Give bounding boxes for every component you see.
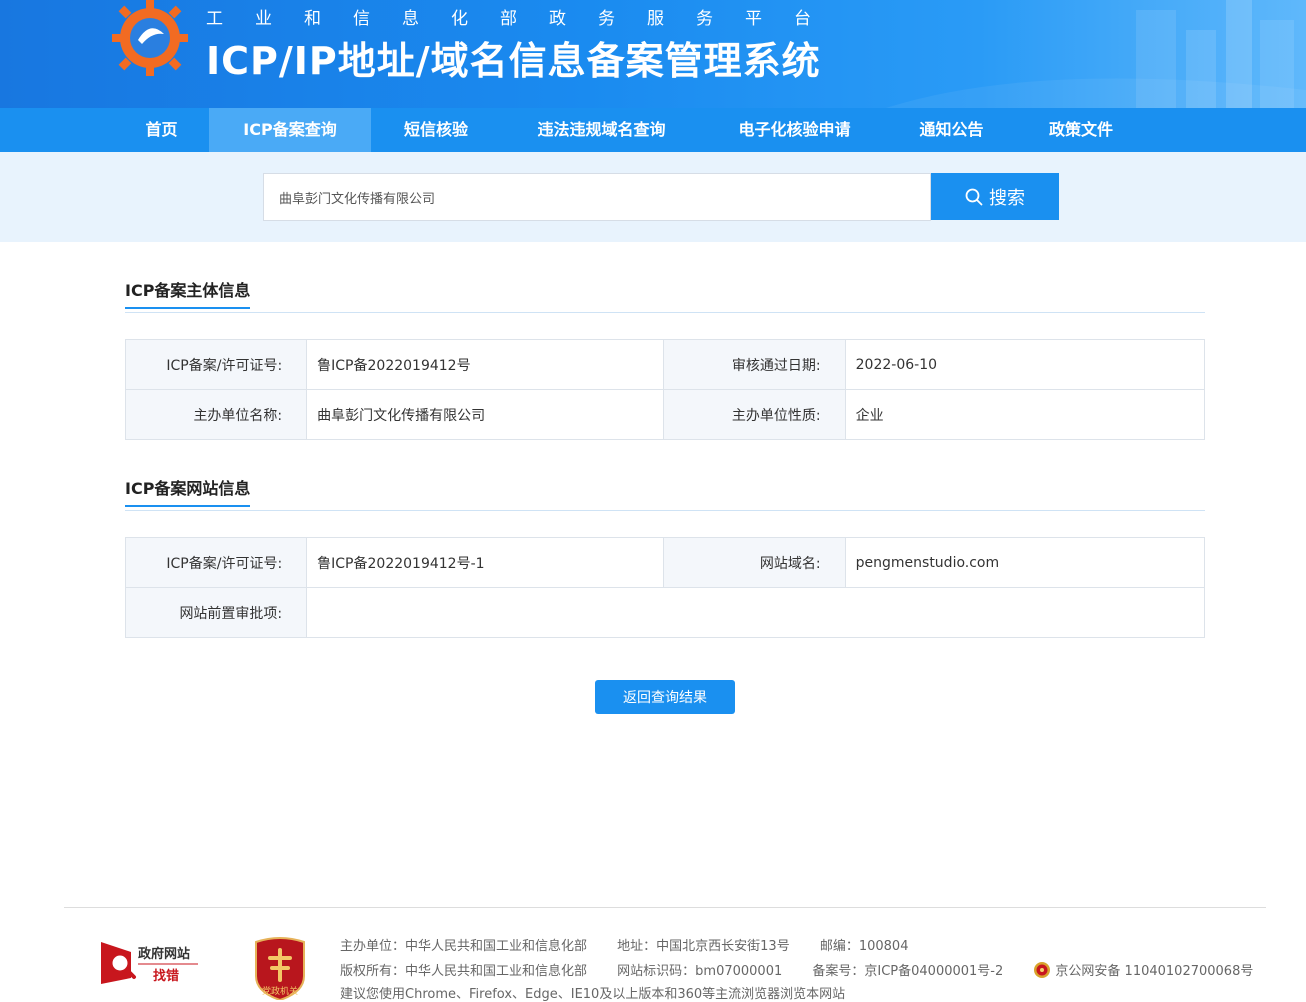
search-button-label: 搜索 — [989, 187, 1025, 209]
footer-police-text: 京公网安备 11040102700068号 — [1055, 964, 1254, 979]
footer-copyright: 版权所有：中华人民共和国工业和信息化部 — [340, 964, 588, 979]
gov-site-error-report-badge[interactable]: 政府网站 找错 — [101, 938, 201, 986]
footer-divider — [64, 907, 1266, 908]
pre-approval-label: 网站前置审批项: — [124, 587, 308, 638]
subject-section-divider — [125, 312, 1205, 313]
subject-section-title: ICP备案主体信息 — [125, 277, 251, 309]
footer-line-2: 版权所有：中华人民共和国工业和信息化部 网站标识码：bm07000001 备案号… — [340, 960, 1253, 979]
search-button[interactable]: 搜索 — [931, 173, 1059, 220]
host-nature-label: 主办单位性质: — [663, 389, 846, 440]
nav-item-e-verify[interactable]: 电子化核验申请 — [702, 108, 887, 152]
nav-item-notices[interactable]: 通知公告 — [887, 108, 1016, 152]
pre-approval-value — [306, 587, 1205, 638]
footer-icp-record[interactable]: 备案号：京ICP备04000001号-2 — [812, 964, 1003, 979]
host-name-value: 曲阜彭门文化传播有限公司 — [306, 389, 665, 440]
site-icp-license-value: 鲁ICP备2022019412号-1 — [306, 537, 665, 588]
website-section-title: ICP备案网站信息 — [125, 475, 251, 507]
search-input[interactable] — [263, 173, 931, 221]
footer-line-1: 主办单位：中华人民共和国工业和信息化部 地址：中国北京西长安街13号 邮编：10… — [340, 935, 934, 954]
footer-site-id: 网站标识码：bm07000001 — [617, 964, 783, 979]
site-icp-license-label: ICP备案/许可证号: — [124, 537, 308, 588]
nav-item-sms-verify[interactable]: 短信核验 — [371, 108, 501, 152]
icp-license-label: ICP备案/许可证号: — [124, 339, 308, 390]
approval-date-label: 审核通过日期: — [663, 339, 846, 390]
table-row: ICP备案/许可证号: 鲁ICP备2022019412号-1 网站域名: pen… — [124, 537, 1206, 588]
footer-address: 地址：中国北京西长安街13号 — [617, 939, 790, 954]
party-badge-text: 党政机关 — [262, 985, 298, 997]
header-banner: 工业和信息化部政务服务平台 ICP/IP地址/域名信息备案管理系统 — [0, 0, 1306, 108]
website-section-divider — [125, 510, 1205, 511]
domain-value: pengmenstudio.com — [844, 537, 1206, 588]
miit-logo — [112, 0, 188, 76]
table-row: 网站前置审批项: — [124, 587, 1205, 638]
domain-label: 网站域名: — [663, 537, 846, 588]
table-row: ICP备案/许可证号: 鲁ICP备2022019412号 审核通过日期: 202… — [124, 339, 1206, 390]
nav-item-illegal-domain[interactable]: 违法违规域名查询 — [501, 108, 702, 152]
search-band: 搜索 — [0, 152, 1306, 242]
banner-skyline-decoration — [886, 0, 1306, 108]
search-icon — [965, 188, 983, 205]
main-nav: 首页 ICP备案查询 短信核验 违法违规域名查询 电子化核验申请 通知公告 政策… — [0, 108, 1306, 152]
nav-item-policies[interactable]: 政策文件 — [1016, 108, 1146, 152]
table-row: 主办单位名称: 曲阜彭门文化传播有限公司 主办单位性质: 企业 — [124, 389, 1206, 440]
subject-info-table: ICP备案/许可证号: 鲁ICP备2022019412号 审核通过日期: 202… — [124, 339, 1206, 440]
icp-license-value: 鲁ICP备2022019412号 — [306, 339, 665, 390]
nav-item-icp-query[interactable]: ICP备案查询 — [209, 108, 371, 152]
footer-postcode: 邮编：100804 — [819, 939, 909, 954]
nav-item-home[interactable]: 首页 — [114, 108, 209, 152]
website-info-table: ICP备案/许可证号: 鲁ICP备2022019412号-1 网站域名: pen… — [124, 537, 1206, 638]
police-badge-icon — [1034, 962, 1051, 978]
approval-date-value: 2022-06-10 — [844, 339, 1206, 390]
host-nature-value: 企业 — [844, 389, 1206, 440]
footer-line-3: 建议您使用Chrome、Firefox、Edge、IE10及以上版本和360等主… — [340, 987, 846, 1002]
party-gov-badge[interactable]: 党政机关 — [252, 936, 308, 1000]
footer-police-record[interactable]: 京公网安备 11040102700068号 — [1033, 962, 1254, 979]
gov-badge-line2: 找错 — [153, 968, 179, 984]
gov-badge-line1: 政府网站 — [138, 946, 190, 962]
return-to-results-button[interactable]: 返回查询结果 — [595, 680, 735, 714]
footer-host: 主办单位：中华人民共和国工业和信息化部 — [340, 939, 588, 954]
platform-tagline: 工业和信息化部政务服务平台 — [206, 9, 843, 29]
host-name-label: 主办单位名称: — [124, 389, 308, 440]
system-title: ICP/IP地址/域名信息备案管理系统 — [206, 39, 821, 83]
